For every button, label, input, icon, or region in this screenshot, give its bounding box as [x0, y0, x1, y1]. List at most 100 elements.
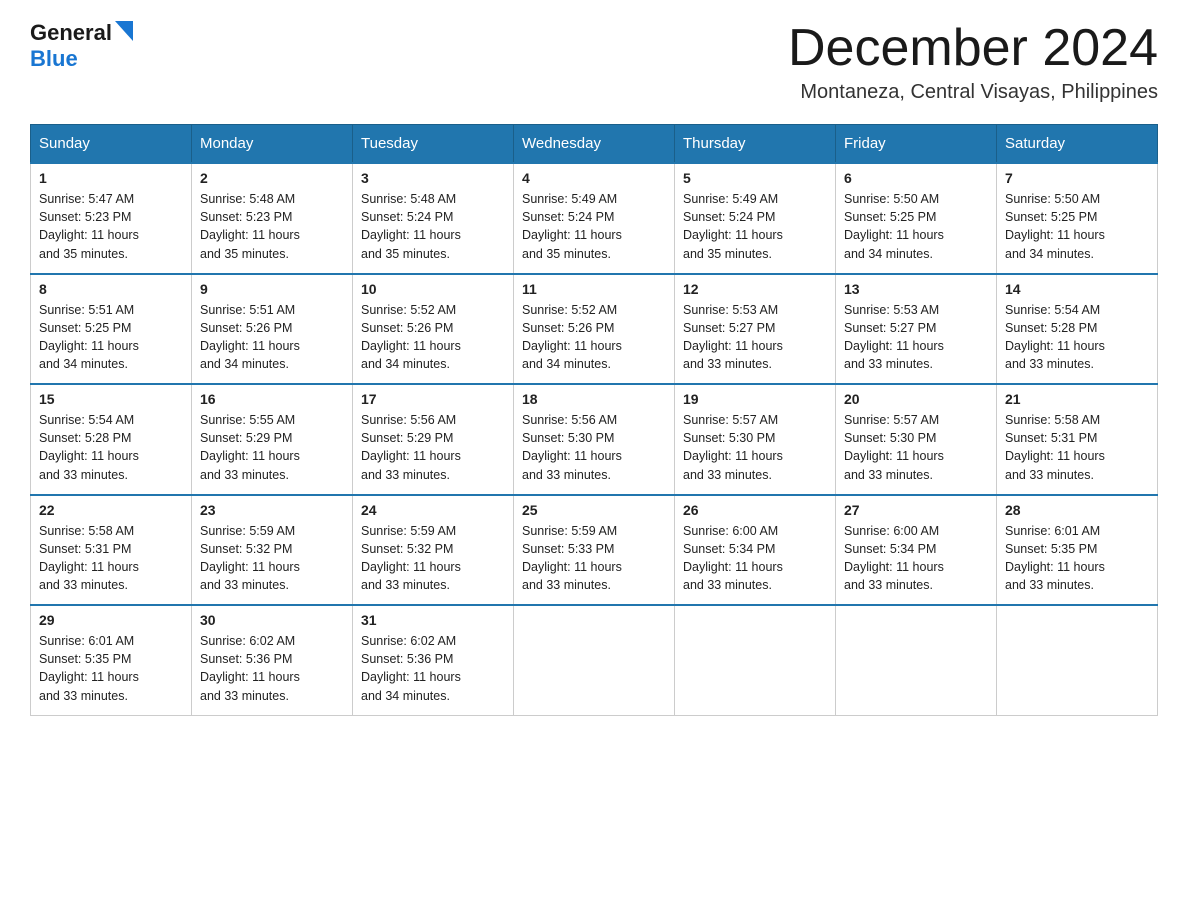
day-number: 11 [522, 281, 666, 297]
day-info: Sunrise: 5:50 AM Sunset: 5:25 PM Dayligh… [1005, 190, 1149, 263]
weekday-header-tuesday: Tuesday [353, 125, 514, 164]
day-info: Sunrise: 6:01 AM Sunset: 5:35 PM Dayligh… [1005, 522, 1149, 595]
location-text: Montaneza, Central Visayas, Philippines [788, 81, 1158, 104]
calendar-cell: 6 Sunrise: 5:50 AM Sunset: 5:25 PM Daylig… [836, 163, 997, 274]
day-number: 7 [1005, 170, 1149, 186]
day-info: Sunrise: 5:54 AM Sunset: 5:28 PM Dayligh… [1005, 301, 1149, 374]
logo-triangle-icon [115, 21, 133, 41]
calendar-cell: 19 Sunrise: 5:57 AM Sunset: 5:30 PM Dayli… [675, 384, 836, 495]
calendar-week-row: 29Sunrise: 6:01 AM Sunset: 5:35 PM Dayli… [31, 605, 1158, 715]
calendar-cell [836, 605, 997, 715]
day-info: Sunrise: 5:52 AM Sunset: 5:26 PM Dayligh… [522, 301, 666, 374]
day-info: Sunrise: 5:53 AM Sunset: 5:27 PM Dayligh… [683, 301, 827, 374]
day-number: 8 [39, 281, 183, 297]
calendar-week-row: 8Sunrise: 5:51 AM Sunset: 5:25 PM Daylig… [31, 274, 1158, 385]
calendar-cell: 15 Sunrise: 5:54 AM Sunset: 5:28 PM Dayli… [31, 384, 192, 495]
weekday-header-monday: Monday [192, 125, 353, 164]
day-info: Sunrise: 5:58 AM Sunset: 5:31 PM Dayligh… [39, 522, 183, 595]
day-info: Sunrise: 5:50 AM Sunset: 5:25 PM Dayligh… [844, 190, 988, 263]
day-info: Sunrise: 5:59 AM Sunset: 5:32 PM Dayligh… [200, 522, 344, 595]
logo-line1: General [30, 20, 133, 46]
calendar-cell: 4Sunrise: 5:49 AM Sunset: 5:24 PM Daylig… [514, 163, 675, 274]
day-info: Sunrise: 6:00 AM Sunset: 5:34 PM Dayligh… [844, 522, 988, 595]
day-number: 12 [683, 281, 827, 297]
day-info: Sunrise: 5:49 AM Sunset: 5:24 PM Dayligh… [683, 190, 827, 263]
day-number: 10 [361, 281, 505, 297]
day-number: 20 [844, 391, 988, 407]
month-title: December 2024 [788, 20, 1158, 77]
calendar-cell [997, 605, 1158, 715]
calendar-cell: 8Sunrise: 5:51 AM Sunset: 5:25 PM Daylig… [31, 274, 192, 385]
logo-blue-line: Blue [30, 46, 133, 72]
day-info: Sunrise: 5:48 AM Sunset: 5:23 PM Dayligh… [200, 190, 344, 263]
weekday-header-wednesday: Wednesday [514, 125, 675, 164]
logo-block: General Blue [30, 20, 133, 72]
calendar-cell: 18Sunrise: 5:56 AM Sunset: 5:30 PM Dayli… [514, 384, 675, 495]
day-info: Sunrise: 5:54 AM Sunset: 5:28 PM Dayligh… [39, 411, 183, 484]
calendar-week-row: 15 Sunrise: 5:54 AM Sunset: 5:28 PM Dayli… [31, 384, 1158, 495]
day-number: 5 [683, 170, 827, 186]
calendar-cell: 3 Sunrise: 5:48 AM Sunset: 5:24 PM Daylig… [353, 163, 514, 274]
calendar-cell [514, 605, 675, 715]
day-info: Sunrise: 5:57 AM Sunset: 5:30 PM Dayligh… [683, 411, 827, 484]
calendar-cell: 26Sunrise: 6:00 AM Sunset: 5:34 PM Dayli… [675, 495, 836, 606]
day-number: 21 [1005, 391, 1149, 407]
calendar-cell: 28 Sunrise: 6:01 AM Sunset: 5:35 PM Dayli… [997, 495, 1158, 606]
calendar-cell: 12 Sunrise: 5:53 AM Sunset: 5:27 PM Dayli… [675, 274, 836, 385]
day-info: Sunrise: 5:49 AM Sunset: 5:24 PM Dayligh… [522, 190, 666, 263]
calendar-cell: 23 Sunrise: 5:59 AM Sunset: 5:32 PM Dayli… [192, 495, 353, 606]
day-info: Sunrise: 6:02 AM Sunset: 5:36 PM Dayligh… [361, 632, 505, 705]
day-info: Sunrise: 6:00 AM Sunset: 5:34 PM Dayligh… [683, 522, 827, 595]
weekday-header-saturday: Saturday [997, 125, 1158, 164]
day-info: Sunrise: 5:53 AM Sunset: 5:27 PM Dayligh… [844, 301, 988, 374]
calendar-cell: 30 Sunrise: 6:02 AM Sunset: 5:36 PM Dayli… [192, 605, 353, 715]
day-number: 2 [200, 170, 344, 186]
calendar-cell: 31 Sunrise: 6:02 AM Sunset: 5:36 PM Dayli… [353, 605, 514, 715]
calendar-cell: 27 Sunrise: 6:00 AM Sunset: 5:34 PM Dayli… [836, 495, 997, 606]
day-info: Sunrise: 5:59 AM Sunset: 5:33 PM Dayligh… [522, 522, 666, 595]
calendar-cell: 24 Sunrise: 5:59 AM Sunset: 5:32 PM Dayli… [353, 495, 514, 606]
day-number: 30 [200, 612, 344, 628]
calendar-header: SundayMondayTuesdayWednesdayThursdayFrid… [31, 125, 1158, 164]
day-info: Sunrise: 5:48 AM Sunset: 5:24 PM Dayligh… [361, 190, 505, 263]
day-info: Sunrise: 5:56 AM Sunset: 5:30 PM Dayligh… [522, 411, 666, 484]
day-info: Sunrise: 5:55 AM Sunset: 5:29 PM Dayligh… [200, 411, 344, 484]
day-number: 9 [200, 281, 344, 297]
day-number: 23 [200, 502, 344, 518]
calendar-cell: 21 Sunrise: 5:58 AM Sunset: 5:31 PM Dayli… [997, 384, 1158, 495]
day-info: Sunrise: 5:58 AM Sunset: 5:31 PM Dayligh… [1005, 411, 1149, 484]
day-info: Sunrise: 5:52 AM Sunset: 5:26 PM Dayligh… [361, 301, 505, 374]
weekday-header-friday: Friday [836, 125, 997, 164]
calendar-cell: 17Sunrise: 5:56 AM Sunset: 5:29 PM Dayli… [353, 384, 514, 495]
title-block: December 2024 Montaneza, Central Visayas… [788, 20, 1158, 104]
day-number: 27 [844, 502, 988, 518]
day-number: 16 [200, 391, 344, 407]
logo: General Blue [30, 20, 133, 72]
weekday-header-thursday: Thursday [675, 125, 836, 164]
calendar-cell: 10 Sunrise: 5:52 AM Sunset: 5:26 PM Dayli… [353, 274, 514, 385]
page-header: General Blue December 2024 Montaneza, Ce… [30, 20, 1158, 104]
calendar-cell: 25 Sunrise: 5:59 AM Sunset: 5:33 PM Dayli… [514, 495, 675, 606]
day-info: Sunrise: 5:59 AM Sunset: 5:32 PM Dayligh… [361, 522, 505, 595]
weekday-header-sunday: Sunday [31, 125, 192, 164]
calendar-cell: 1 Sunrise: 5:47 AM Sunset: 5:23 PM Daylig… [31, 163, 192, 274]
day-number: 6 [844, 170, 988, 186]
calendar-cell: 16 Sunrise: 5:55 AM Sunset: 5:29 PM Dayli… [192, 384, 353, 495]
day-info: Sunrise: 5:51 AM Sunset: 5:26 PM Dayligh… [200, 301, 344, 374]
calendar-table: SundayMondayTuesdayWednesdayThursdayFrid… [30, 124, 1158, 716]
day-number: 28 [1005, 502, 1149, 518]
day-number: 3 [361, 170, 505, 186]
day-info: Sunrise: 5:47 AM Sunset: 5:23 PM Dayligh… [39, 190, 183, 263]
day-info: Sunrise: 6:02 AM Sunset: 5:36 PM Dayligh… [200, 632, 344, 705]
calendar-cell: 14Sunrise: 5:54 AM Sunset: 5:28 PM Dayli… [997, 274, 1158, 385]
day-number: 24 [361, 502, 505, 518]
day-number: 15 [39, 391, 183, 407]
day-number: 17 [361, 391, 505, 407]
day-number: 22 [39, 502, 183, 518]
day-number: 1 [39, 170, 183, 186]
day-number: 31 [361, 612, 505, 628]
day-number: 25 [522, 502, 666, 518]
calendar-week-row: 22 Sunrise: 5:58 AM Sunset: 5:31 PM Dayli… [31, 495, 1158, 606]
day-number: 19 [683, 391, 827, 407]
calendar-cell: 9 Sunrise: 5:51 AM Sunset: 5:26 PM Daylig… [192, 274, 353, 385]
